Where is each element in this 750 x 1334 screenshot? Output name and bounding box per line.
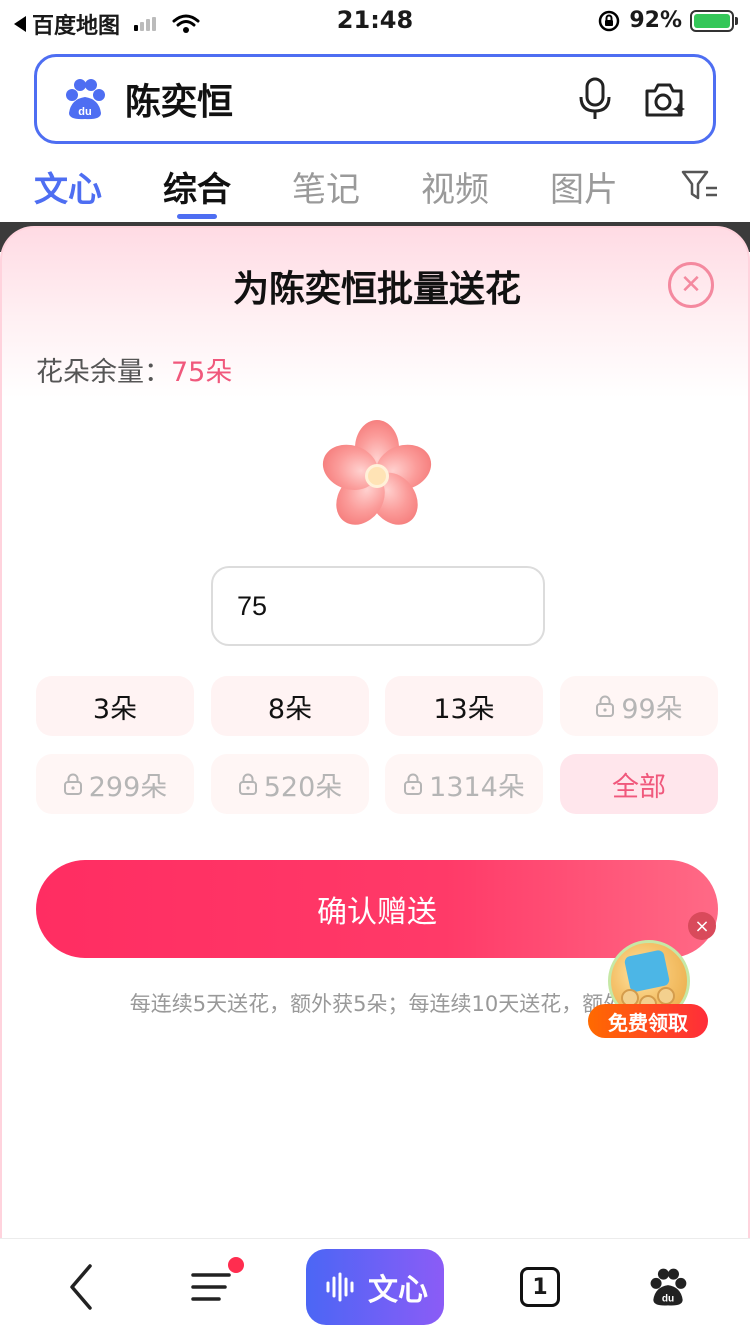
chip-label: 3朵 (92, 693, 138, 725)
result-tabs: 文心 综合 笔记 视频 图片 (0, 156, 750, 222)
close-button[interactable]: ✕ (668, 262, 714, 308)
voice-search-button[interactable] (571, 75, 619, 123)
lock-icon (596, 695, 615, 717)
bottom-nav-bar: 文心 1 du (0, 1238, 750, 1334)
svg-text:du: du (78, 106, 91, 118)
chip-label: 13朵 (433, 693, 495, 725)
sheet-title: 为陈奕恒批量送花 (232, 269, 521, 310)
svg-text:du: du (662, 1294, 674, 1305)
baidu-paw-icon: du (650, 1268, 687, 1306)
chip-label: 全部 (612, 771, 666, 803)
microphone-icon (579, 77, 611, 119)
flower-balance-value: 75朵 (171, 357, 233, 388)
wenxin-button[interactable]: 文心 (306, 1249, 444, 1325)
close-icon: ✕ (680, 270, 702, 300)
tab-wenxin[interactable]: 文心 (34, 162, 102, 211)
image-search-button[interactable] (641, 75, 689, 123)
baidu-paw-icon: du (66, 79, 105, 120)
lock-icon (63, 773, 82, 795)
baidu-home-button[interactable]: du (644, 1257, 692, 1317)
menu-icon (191, 1273, 231, 1301)
battery-percent: 92% (629, 8, 682, 33)
free-claim-promo[interactable]: 免费领取 (588, 936, 718, 1040)
close-icon: × (694, 915, 710, 937)
battery-icon (690, 9, 738, 32)
notification-dot (228, 1257, 244, 1273)
status-bar: 百度地图 21:48 92% (0, 0, 750, 44)
free-claim-label: 免费领取 (588, 1004, 708, 1038)
chip-1314-locked[interactable]: 1314朵 (385, 754, 543, 814)
tab-count-badge: 1 (520, 1267, 560, 1307)
chip-13[interactable]: 13朵 (385, 676, 543, 736)
chip-99-locked[interactable]: 99朵 (560, 676, 718, 736)
chip-520-locked[interactable]: 520朵 (211, 754, 369, 814)
chevron-left-icon (70, 1264, 92, 1310)
flower-icon (322, 420, 432, 525)
chip-all[interactable]: 全部 (560, 754, 718, 814)
search-query[interactable]: 陈奕恒 (125, 73, 549, 125)
promo-close-button[interactable]: × (688, 912, 716, 940)
rotation-lock-icon (599, 10, 620, 31)
back-button[interactable] (56, 1257, 106, 1317)
chip-label: 1314朵 (429, 771, 525, 803)
flower-amount-input[interactable] (211, 566, 545, 646)
tabs-button[interactable]: 1 (516, 1257, 564, 1317)
active-tab-indicator (177, 214, 217, 219)
status-right: 92% (597, 8, 738, 33)
chip-label: 99朵 (621, 693, 683, 725)
chip-8[interactable]: 8朵 (211, 676, 369, 736)
camera-icon (645, 83, 685, 117)
lock-icon (404, 773, 423, 795)
tab-general[interactable]: 综合 (163, 162, 231, 211)
chip-label: 299朵 (88, 771, 168, 803)
chip-299-locked[interactable]: 299朵 (36, 754, 194, 814)
search-bar[interactable]: du 陈奕恒 (34, 54, 716, 144)
tab-notes[interactable]: 笔记 (292, 162, 360, 211)
voice-wave-icon (326, 1272, 354, 1302)
chip-label: 520朵 (263, 771, 343, 803)
flower-balance: 花朵余量：75朵 (36, 350, 232, 389)
filter-icon[interactable] (680, 168, 720, 204)
flower-balance-label: 花朵余量： (36, 357, 171, 388)
tab-images[interactable]: 图片 (550, 162, 618, 211)
lock-icon (238, 773, 257, 795)
send-flowers-sheet: 为陈奕恒批量送花 ✕ 花朵余量：75朵 3朵 8朵 13 (0, 226, 750, 1238)
chip-label: 8朵 (267, 693, 313, 725)
chip-3[interactable]: 3朵 (36, 676, 194, 736)
wenxin-label: 文心 (368, 1273, 428, 1308)
tab-videos[interactable]: 视频 (421, 162, 489, 211)
